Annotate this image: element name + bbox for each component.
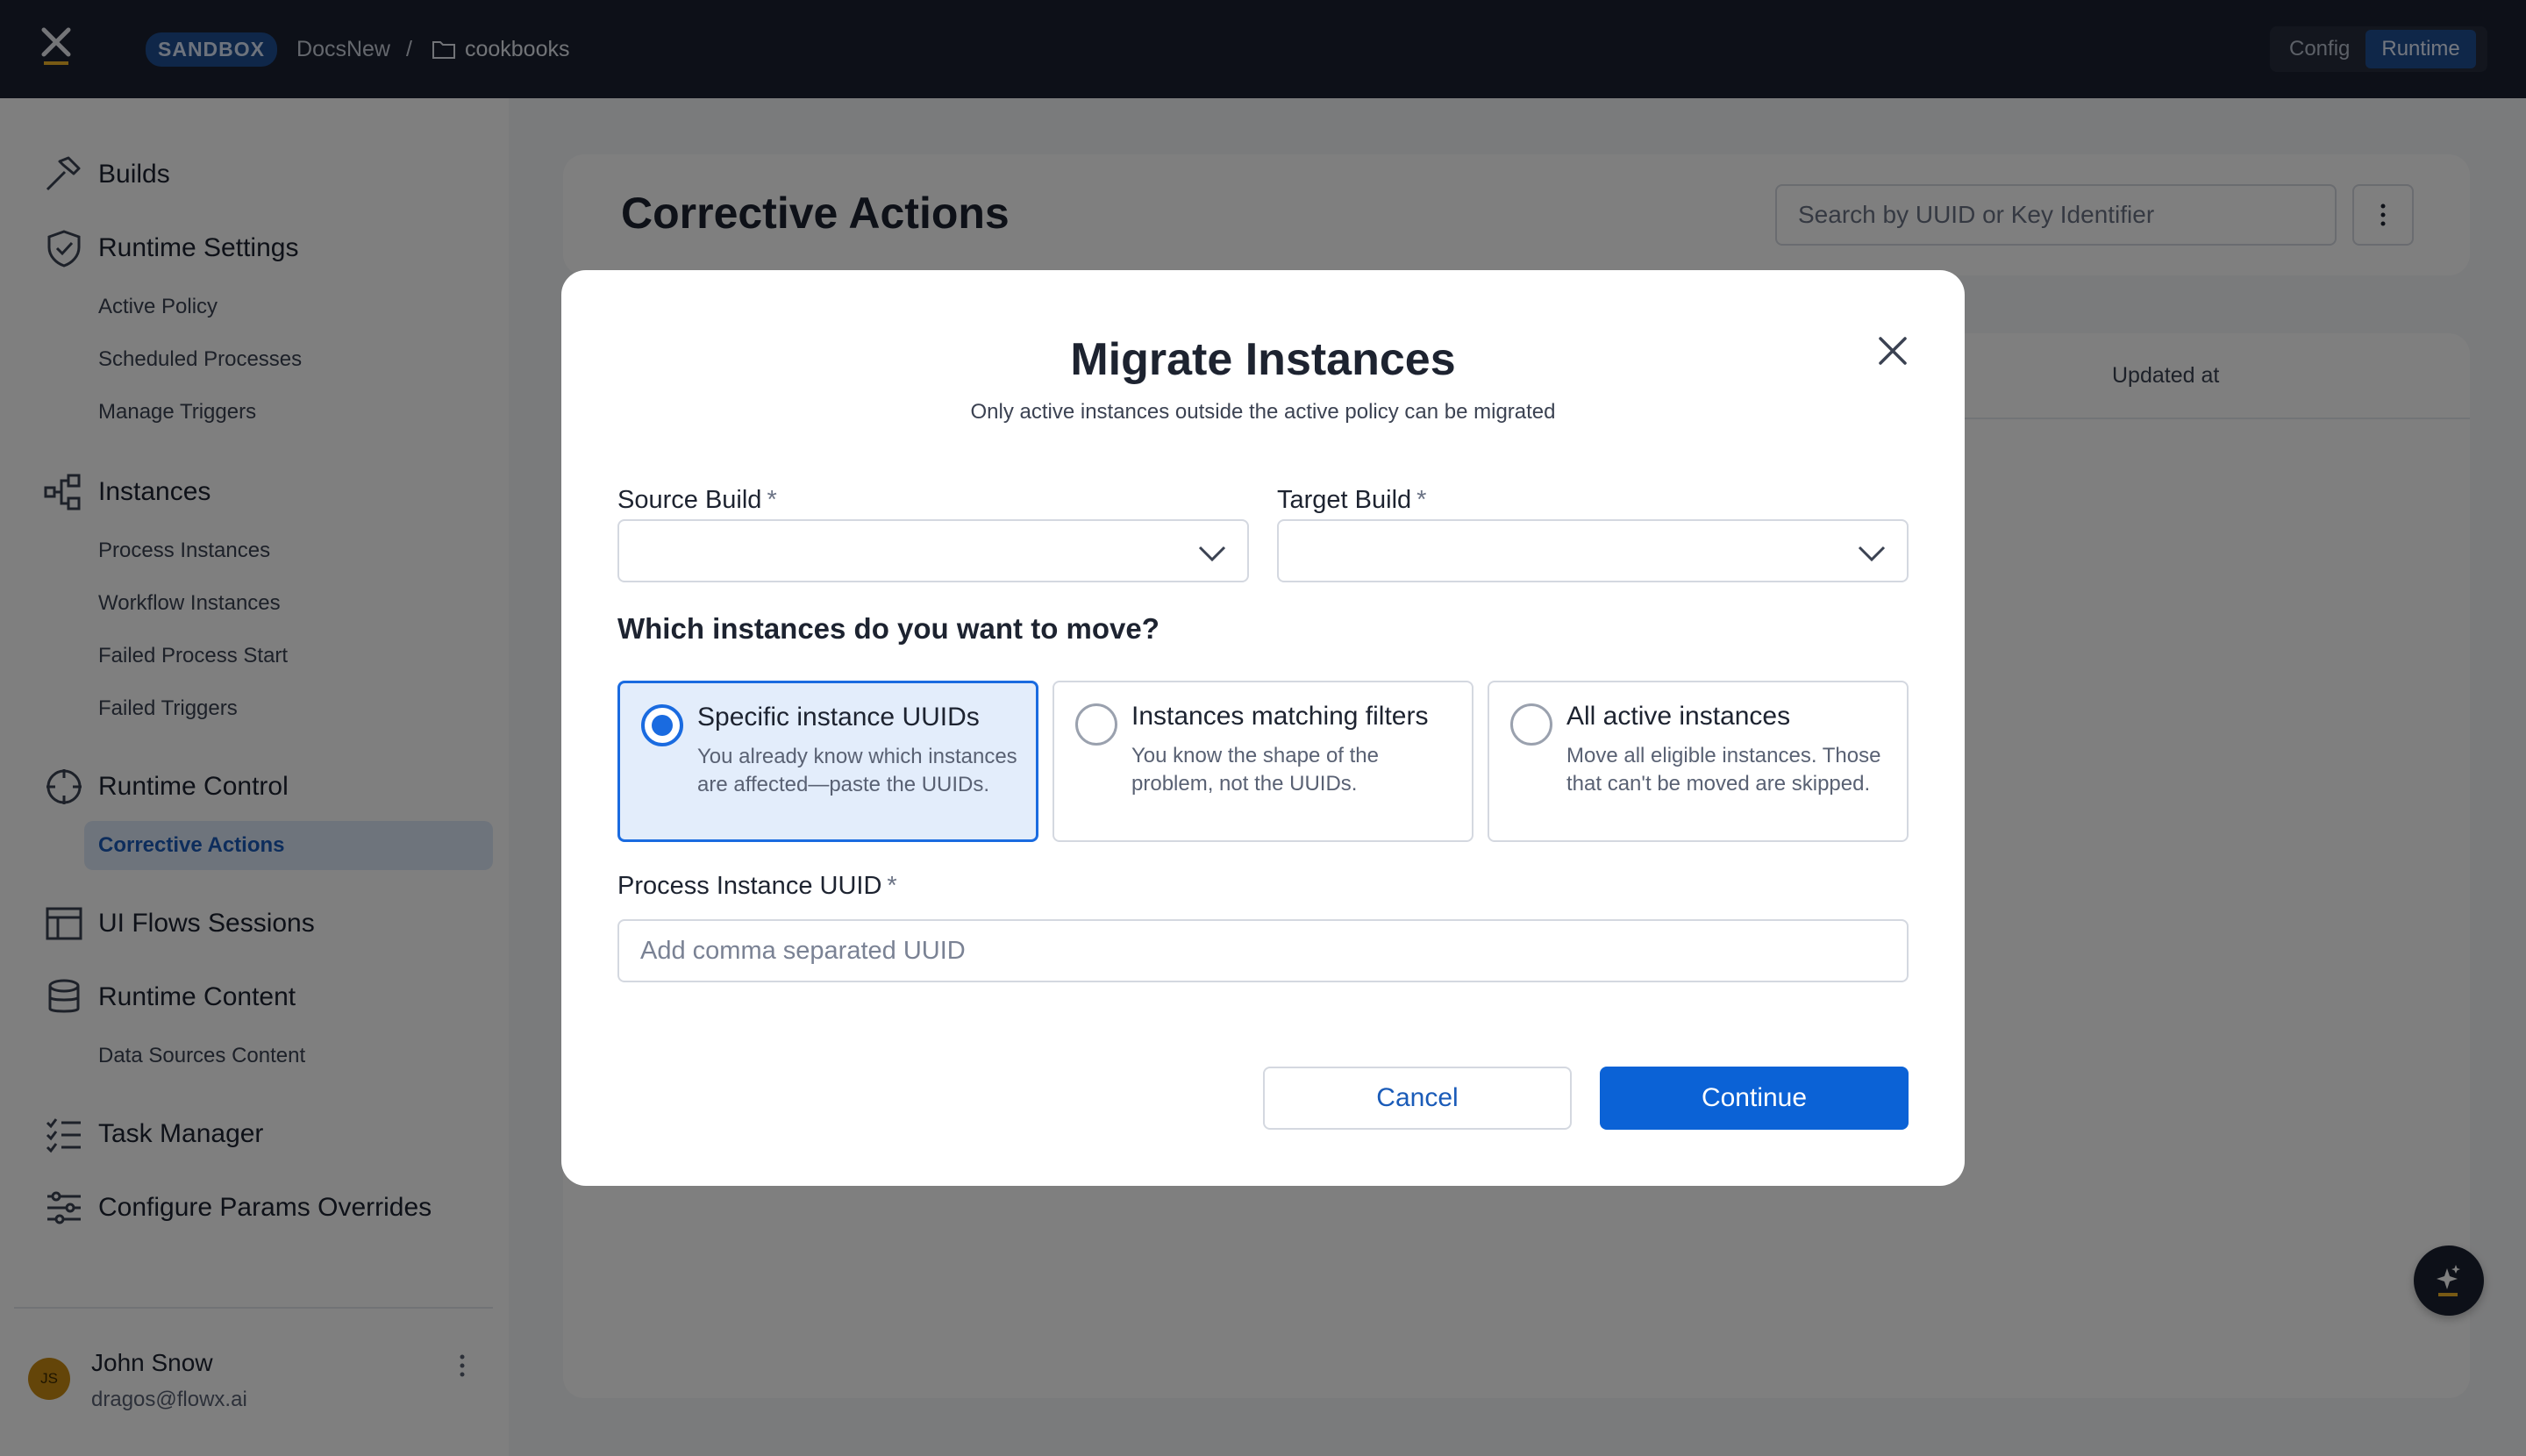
radio-button[interactable] <box>1510 703 1552 746</box>
source-build-select[interactable] <box>617 519 1249 582</box>
instances-question: Which instances do you want to move? <box>617 612 1160 645</box>
dialog-title: Migrate Instances <box>1070 334 1456 385</box>
option-title: All active instances <box>1566 702 1791 731</box>
source-build-label-text: Source Build <box>617 486 762 514</box>
uuid-label: Process Instance UUID * <box>617 872 897 901</box>
option-specific-uuids[interactable]: Specific instance UUIDs You already know… <box>617 681 1038 842</box>
target-build-label: Target Build * <box>1277 486 1426 515</box>
cancel-button[interactable]: Cancel <box>1263 1067 1572 1130</box>
dialog-subtitle: Only active instances outside the active… <box>970 400 1556 424</box>
target-build-label-text: Target Build <box>1277 486 1412 514</box>
required-mark: * <box>1416 486 1427 514</box>
radio-button[interactable] <box>641 704 683 746</box>
uuid-input[interactable]: Add comma separated UUID <box>617 919 1909 982</box>
migrate-instances-dialog: Migrate Instances Only active instances … <box>561 270 1965 1186</box>
radio-button[interactable] <box>1075 703 1117 746</box>
target-build-select[interactable] <box>1277 519 1909 582</box>
required-mark: * <box>887 872 897 900</box>
option-title: Instances matching filters <box>1131 702 1429 731</box>
chevron-down-icon <box>1198 546 1226 562</box>
option-all-active[interactable]: All active instances Move all eligible i… <box>1488 681 1909 842</box>
chevron-down-icon <box>1858 546 1886 562</box>
source-build-label: Source Build * <box>617 486 777 515</box>
option-matching-filters[interactable]: Instances matching filters You know the … <box>1052 681 1474 842</box>
option-description: You know the shape of the problem, not t… <box>1131 744 1379 796</box>
required-mark: * <box>767 486 777 514</box>
uuid-label-text: Process Instance UUID <box>617 872 882 900</box>
option-description: You already know which instances are aff… <box>697 745 1017 796</box>
close-icon[interactable] <box>1868 326 1917 375</box>
option-title: Specific instance UUIDs <box>697 703 980 732</box>
continue-button[interactable]: Continue <box>1600 1067 1909 1130</box>
option-description: Move all eligible instances. Those that … <box>1566 744 1881 796</box>
